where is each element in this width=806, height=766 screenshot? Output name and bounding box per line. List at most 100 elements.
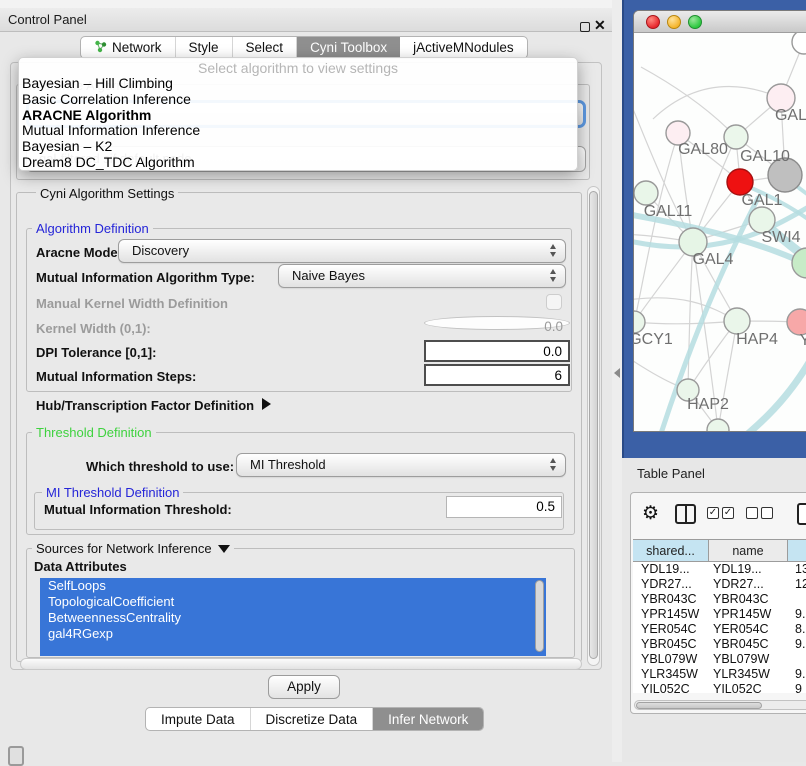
manual-kernel-checkbox[interactable] (546, 294, 562, 310)
mi-threshold-label: Mutual Information Threshold: (44, 502, 232, 517)
aracne-mode-combobox[interactable]: Discovery (118, 239, 566, 263)
dpi-tolerance-field[interactable]: 0.0 (424, 340, 570, 362)
deselect-checkbox-icon[interactable] (746, 507, 758, 519)
table-cell: YER054C (713, 622, 769, 637)
split-view-icon[interactable] (675, 504, 696, 524)
table-cell: YPR145W (641, 607, 699, 622)
node-label: GAL4 (693, 251, 734, 268)
panel-divider[interactable] (612, 0, 622, 762)
function-builder-icon[interactable] (797, 503, 806, 525)
network-edge[interactable] (634, 321, 737, 324)
scrollbar-thumb[interactable] (589, 191, 598, 659)
tab-impute-data[interactable]: Impute Data (146, 708, 251, 730)
minimize-traffic-light-icon[interactable] (667, 15, 681, 29)
node-label: GAL11 (644, 203, 693, 220)
table-cell: YLR345W (713, 667, 770, 682)
network-canvas[interactable]: GALGAL80GAL10GAL1GAL11SWI4GAL4GCY1HAP4YH… (634, 33, 806, 432)
expanded-triangle-icon (218, 545, 230, 553)
close-icon[interactable]: ✕ (594, 17, 606, 34)
table-cell: YDR27... (641, 577, 692, 592)
sources-toggle[interactable]: Sources for Network Inference (32, 541, 234, 556)
kernel-width-label: Kernel Width (0,1): (36, 321, 151, 336)
panel-title: Control Panel (0, 12, 87, 27)
select-all-checkbox-icon-2[interactable]: ✓ (722, 507, 734, 519)
tab-network[interactable]: Network (81, 37, 176, 58)
attribute-item-selected[interactable]: gal4RGexp (40, 626, 546, 642)
mi-threshold-field[interactable]: 0.5 (446, 496, 562, 518)
dpi-tolerance-label: DPI Tolerance [0,1]: (36, 345, 156, 360)
dropdown-item[interactable]: Mutual Information Inference (19, 123, 577, 139)
hub-section-toggle[interactable]: Hub/Transcription Factor Definition (36, 398, 271, 413)
group-title: Sources for Network Inference (36, 541, 212, 556)
horizontal-scrollbar[interactable] (20, 658, 582, 670)
network-node[interactable] (634, 311, 645, 333)
network-edge[interactable] (718, 321, 737, 430)
table-row[interactable]: YDR27...YDR27...12 (633, 577, 806, 592)
tab-style[interactable]: Style (176, 37, 233, 58)
tab-label: Network (112, 40, 162, 55)
tab-discretize-data[interactable]: Discretize Data (251, 708, 374, 730)
column-header-partial[interactable] (788, 540, 806, 561)
attribute-item-selected[interactable]: TopologicalCoefficient (40, 594, 546, 610)
network-node[interactable] (634, 181, 658, 205)
apply-button[interactable]: Apply (268, 675, 340, 699)
tab-jactivemnodules[interactable]: jActiveMNodules (400, 37, 527, 58)
group-title: Cyni Algorithm Settings (36, 186, 178, 201)
table-row[interactable]: YPR145WYPR145W9. (633, 607, 806, 622)
column-header-name[interactable]: name (709, 540, 788, 561)
table-row[interactable]: YER054CYER054C8. (633, 622, 806, 637)
dropdown-item[interactable]: Bayesian – Hill Climbing (19, 76, 577, 92)
aracne-mode-label: Aracne Mode: (36, 245, 122, 260)
close-traffic-light-icon[interactable] (646, 15, 660, 29)
control-panel-tabbar: Network Style Select Cyni Toolbox jActiv… (80, 36, 528, 59)
tab-label: jActiveMNodules (413, 40, 514, 55)
zoom-traffic-light-icon[interactable] (688, 15, 702, 29)
kernel-width-field[interactable]: 0.0 (424, 316, 570, 330)
tab-cyni-toolbox[interactable]: Cyni Toolbox (297, 37, 400, 58)
tab-select[interactable]: Select (233, 37, 298, 58)
table-cell: 9 (795, 682, 802, 693)
attribute-item-selected[interactable]: SelfLoops (40, 578, 546, 594)
table-panel-title: Table Panel (637, 466, 705, 481)
control-panel: Control Panel ✕ Network Style Select Cyn… (0, 0, 612, 762)
panel-grip-icon[interactable] (8, 746, 24, 766)
float-window-icon[interactable] (580, 22, 590, 32)
dropdown-item[interactable]: Dream8 DC_TDC Algorithm (19, 155, 577, 171)
which-threshold-combobox[interactable]: MI Threshold (236, 453, 566, 477)
dropdown-item-selected[interactable]: ARACNE Algorithm (19, 108, 577, 124)
table-row[interactable]: YLR345WYLR345W9. (633, 667, 806, 682)
table-cell: 13 (795, 562, 806, 577)
mi-type-label: Mutual Information Algorithm Type: (36, 270, 255, 285)
node-label: GAL10 (740, 148, 790, 165)
gear-icon[interactable]: ⚙ (642, 502, 659, 525)
deselect-checkbox-icon-2[interactable] (761, 507, 773, 519)
tab-label: Select (246, 40, 284, 55)
divider-collapse-icon[interactable] (614, 368, 620, 378)
table-hscrollbar[interactable] (634, 700, 806, 710)
table-row[interactable]: YDL19...YDL19...13 (633, 562, 806, 577)
list-scrollbar-thumb[interactable] (535, 580, 544, 652)
table-row[interactable]: YBL079WYBL079W (633, 652, 806, 667)
network-node[interactable] (707, 419, 729, 432)
table-row[interactable]: YBR045CYBR045C9. (633, 637, 806, 652)
column-header-shared-name[interactable]: shared... (633, 540, 709, 561)
data-attributes-list: SelfLoops TopologicalCoefficient Between… (40, 578, 546, 656)
which-threshold-label: Which threshold to use: (86, 459, 234, 474)
tab-label: Infer Network (388, 712, 468, 727)
network-edge-highlighted[interactable] (727, 345, 806, 432)
tab-infer-network[interactable]: Infer Network (373, 708, 483, 730)
table-cell: 9. (795, 607, 805, 622)
dropdown-item[interactable]: Basic Correlation Inference (19, 92, 577, 108)
mi-type-combobox[interactable]: Naive Bayes (278, 264, 566, 288)
table-row[interactable]: YIL052CYIL052C9 (633, 682, 806, 693)
tab-label: Impute Data (161, 712, 235, 727)
network-node[interactable] (792, 33, 806, 54)
network-window-titlebar[interactable] (634, 11, 806, 33)
mi-steps-field[interactable]: 6 (424, 364, 570, 386)
dropdown-item[interactable]: Bayesian – K2 (19, 139, 577, 155)
select-all-checkbox-icon[interactable]: ✓ (707, 507, 719, 519)
settings-scrollbar[interactable] (587, 186, 600, 666)
table-row[interactable]: YBR043CYBR043C (633, 592, 806, 607)
attribute-item-selected[interactable]: BetweennessCentrality (40, 610, 546, 626)
hscrollbar-thumb[interactable] (636, 702, 762, 709)
